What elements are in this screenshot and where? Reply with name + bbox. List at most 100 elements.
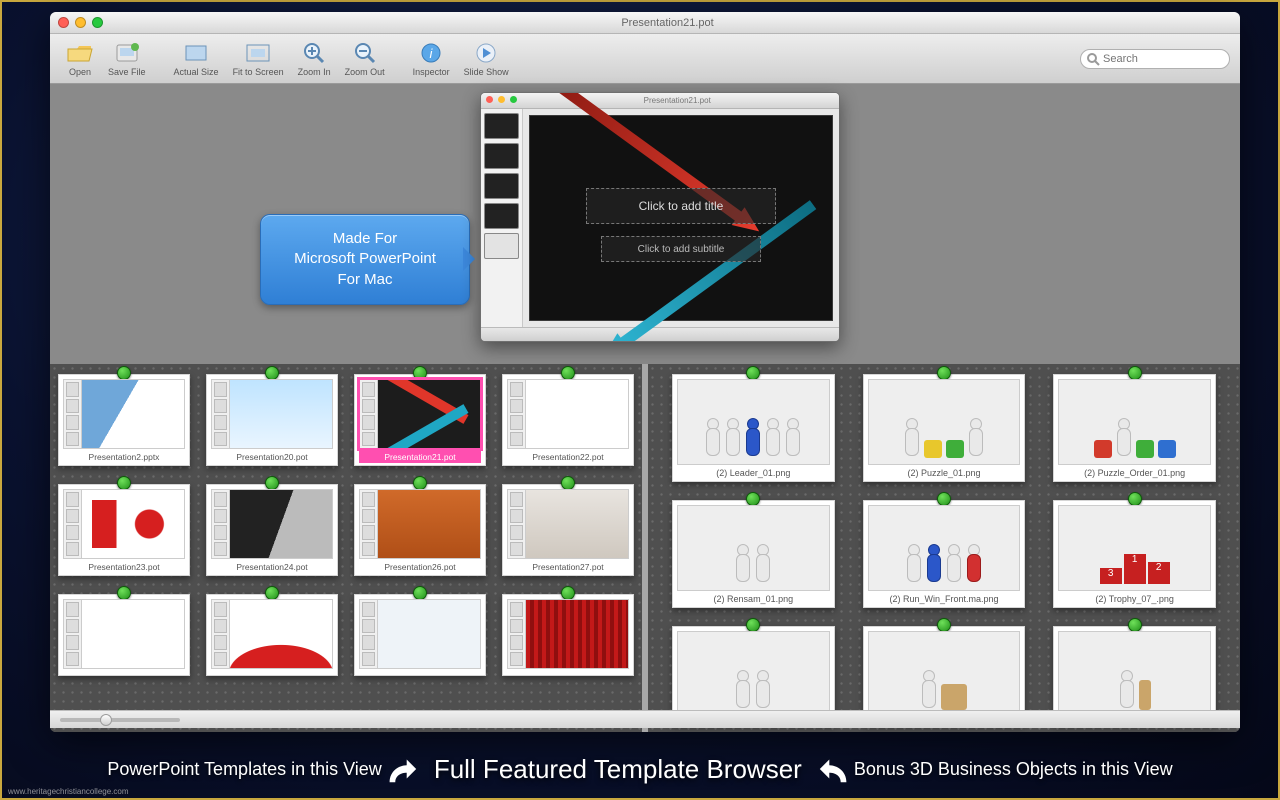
template-card[interactable]: Presentation21.pot	[354, 374, 486, 466]
template-thumb	[211, 379, 333, 449]
object-label: (2) Puzzle_Order_01.png	[1058, 465, 1211, 479]
pin-icon	[265, 366, 279, 380]
pin-icon	[937, 618, 951, 632]
pin-icon	[746, 618, 760, 632]
inspector-button[interactable]: i Inspector	[407, 41, 456, 77]
template-label: Presentation24.pot	[211, 559, 333, 573]
pin-icon	[746, 492, 760, 506]
templates-pane[interactable]: Presentation2.pptxPresentation20.potPres…	[50, 364, 642, 732]
subtitle-placeholder[interactable]: Click to add subtitle	[601, 236, 761, 262]
folder-open-icon	[66, 41, 94, 65]
pin-icon	[413, 366, 427, 380]
pin-icon	[117, 476, 131, 490]
object-thumb	[677, 631, 830, 717]
search-input[interactable]	[1080, 49, 1230, 69]
info-icon: i	[417, 41, 445, 65]
template-card[interactable]	[502, 594, 634, 676]
template-card[interactable]: Presentation20.pot	[206, 374, 338, 466]
template-label: Presentation22.pot	[507, 449, 629, 463]
object-thumb	[677, 379, 830, 465]
template-card[interactable]: Presentation27.pot	[502, 484, 634, 576]
fit-to-screen-button[interactable]: Fit to Screen	[227, 41, 290, 77]
pin-icon	[1128, 366, 1142, 380]
objects-pane[interactable]: (2) Leader_01.png (2) Puzzle_01.png (2) Pu…	[642, 364, 1240, 732]
minimize-icon[interactable]	[498, 96, 505, 103]
mini-titlebar: Presentation21.pot	[481, 93, 839, 109]
slide-thumb[interactable]	[484, 113, 519, 139]
slide-thumb[interactable]	[484, 233, 519, 259]
pin-icon	[561, 586, 575, 600]
template-thumb	[507, 489, 629, 559]
pin-icon	[413, 476, 427, 490]
close-icon[interactable]	[486, 96, 493, 103]
embedded-powerpoint-window: Presentation21.pot Click to add title Cl…	[480, 92, 840, 342]
banner-right: Bonus 3D Business Objects in this View	[854, 759, 1173, 780]
play-icon	[472, 41, 500, 65]
object-label: (2) Puzzle_01.png	[868, 465, 1021, 479]
template-card[interactable]: Presentation23.pot	[58, 484, 190, 576]
minimize-icon[interactable]	[75, 17, 86, 28]
object-card[interactable]: (2) Puzzle_01.png	[863, 374, 1026, 482]
zoom-out-icon	[351, 41, 379, 65]
template-label: Presentation23.pot	[63, 559, 185, 573]
pin-icon	[265, 586, 279, 600]
slideshow-button[interactable]: Slide Show	[458, 41, 515, 77]
object-thumb	[677, 505, 830, 591]
pin-icon	[117, 586, 131, 600]
pin-icon	[413, 586, 427, 600]
zoom-slider[interactable]	[60, 718, 180, 722]
object-card[interactable]: 312(2) Trophy_07_.png	[1053, 500, 1216, 608]
zoom-out-button[interactable]: Zoom Out	[339, 41, 391, 77]
actual-size-button[interactable]: Actual Size	[168, 41, 225, 77]
search-icon	[1086, 52, 1100, 71]
search-field[interactable]	[1080, 49, 1230, 69]
slide-thumb[interactable]	[484, 203, 519, 229]
watermark: www.heritagechristiancollege.com	[8, 787, 129, 796]
slider-thumb[interactable]	[100, 714, 112, 726]
zoom-icon[interactable]	[510, 96, 517, 103]
zoom-in-icon	[300, 41, 328, 65]
template-label	[507, 669, 629, 673]
template-card[interactable]: Presentation26.pot	[354, 484, 486, 576]
template-label: Presentation2.pptx	[63, 449, 185, 463]
object-thumb: 312	[1058, 505, 1211, 591]
template-card[interactable]: Presentation22.pot	[502, 374, 634, 466]
title-placeholder[interactable]: Click to add title	[586, 188, 776, 224]
template-thumb	[211, 599, 333, 669]
slide-thumbnails[interactable]	[481, 109, 523, 327]
slide-canvas[interactable]: Click to add title Click to add subtitle	[529, 115, 833, 321]
template-thumb	[63, 599, 185, 669]
banner-center: Full Featured Template Browser	[434, 754, 802, 785]
close-icon[interactable]	[58, 17, 69, 28]
pin-icon	[117, 366, 131, 380]
window-title: Presentation21.pot	[103, 17, 1232, 29]
template-card[interactable]	[206, 594, 338, 676]
template-card[interactable]: Presentation2.pptx	[58, 374, 190, 466]
object-card[interactable]: (2) Rensam_01.png	[672, 500, 835, 608]
object-label: (2) Leader_01.png	[677, 465, 830, 479]
template-thumb	[359, 379, 481, 449]
object-thumb	[1058, 631, 1211, 717]
marketing-banner: PowerPoint Templates in this View Full F…	[2, 740, 1278, 798]
template-browser: Presentation2.pptxPresentation20.potPres…	[50, 364, 1240, 732]
zoom-in-button[interactable]: Zoom In	[292, 41, 337, 77]
mini-window-controls	[486, 96, 520, 105]
zoom-icon[interactable]	[92, 17, 103, 28]
save-button[interactable]: Save File	[102, 41, 152, 77]
app-window: Presentation21.pot Open Save File Actual…	[50, 12, 1240, 732]
arrow-up-icon	[816, 750, 854, 788]
template-card[interactable]	[58, 594, 190, 676]
template-card[interactable]	[354, 594, 486, 676]
template-card[interactable]: Presentation24.pot	[206, 484, 338, 576]
slide-thumb[interactable]	[484, 143, 519, 169]
arrow-up-icon	[382, 750, 420, 788]
object-card[interactable]: (2) Run_Win_Front.ma.png	[863, 500, 1026, 608]
object-card[interactable]: (2) Puzzle_Order_01.png	[1053, 374, 1216, 482]
template-label	[211, 669, 333, 673]
template-label: Presentation21.pot	[359, 449, 481, 463]
object-card[interactable]: (2) Leader_01.png	[672, 374, 835, 482]
object-label: (2) Rensam_01.png	[677, 591, 830, 605]
template-thumb	[63, 489, 185, 559]
open-button[interactable]: Open	[60, 41, 100, 77]
slide-thumb[interactable]	[484, 173, 519, 199]
